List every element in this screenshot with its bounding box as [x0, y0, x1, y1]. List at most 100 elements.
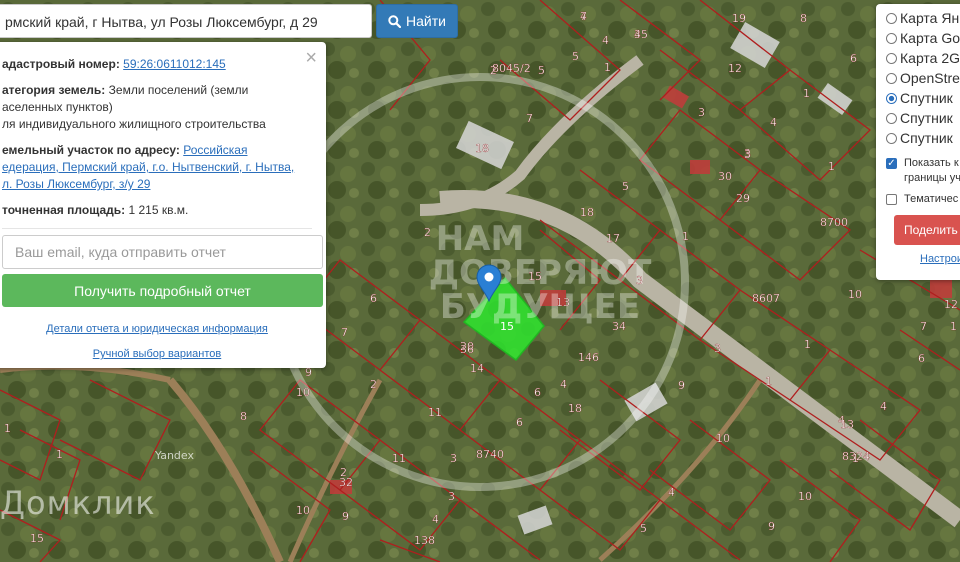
parcel-number-label: 5: [572, 50, 579, 63]
parcel-number-label: 7: [341, 326, 348, 339]
parcel-number-label: 8700: [820, 216, 848, 229]
domclick-watermark: Домклик: [0, 484, 156, 522]
parcel-number-label: 4: [602, 34, 609, 47]
layer-option[interactable]: Карта Ян: [886, 8, 960, 28]
layer-option[interactable]: Спутник: [886, 108, 960, 128]
search-button[interactable]: Найти: [376, 4, 458, 38]
parcel-number-label: 3: [450, 452, 457, 465]
layer-option[interactable]: Карта 2G: [886, 48, 960, 68]
cadastral-number-row: адастровый номер: 59:26:0611012:145: [2, 56, 312, 73]
parcel-number-label: 4: [770, 116, 777, 129]
parcel-number-label: 6: [918, 352, 925, 365]
parcel-number-label: 7: [920, 320, 927, 333]
parcel-number-label: 6: [370, 292, 377, 305]
parcel-number-label: 2: [424, 226, 431, 239]
parcel-number-label: 5: [640, 522, 647, 535]
parcel-number-label: 13: [840, 418, 854, 431]
parcel-number-label: 3: [448, 490, 455, 503]
parcel-number-label: 1: [56, 448, 63, 461]
email-input[interactable]: Ваш email, куда отправить отчет: [2, 235, 323, 269]
search-icon: [388, 14, 402, 28]
parcel-number-label: 34: [612, 320, 626, 333]
layer-radio[interactable]: [886, 32, 897, 44]
parcel-number-label: 29: [736, 192, 750, 205]
parcel-number-label: 1: [604, 61, 611, 74]
parcel-number-label: 10: [296, 504, 310, 517]
show-borders-checkbox[interactable]: ✓: [886, 158, 897, 169]
share-button[interactable]: Поделить: [894, 215, 960, 245]
parcel-number-label: 36: [460, 343, 474, 356]
layer-radio[interactable]: [886, 112, 897, 124]
parcel-number-label: 1: [852, 452, 859, 465]
parcel-number-label: 7: [580, 10, 587, 23]
yandex-attribution: Yandex: [155, 449, 194, 462]
parcel-number-label: 11: [428, 406, 442, 419]
parcel-number-label: 5: [622, 180, 629, 193]
land-category-value-3: ля индивидуального жилищного строительст…: [2, 117, 266, 131]
layer-radio[interactable]: [886, 12, 897, 24]
parcel-number-label: 18: [568, 402, 582, 415]
parcel-number-label: 10: [798, 490, 812, 503]
show-borders-label-2: границы уч: [904, 172, 960, 184]
parcel-number-label: 6: [850, 52, 857, 65]
parcel-number-label: 1: [828, 160, 835, 173]
parcel-number-label: 10: [296, 386, 310, 399]
parcel-number-label: 8740: [476, 448, 504, 461]
address-link-3[interactable]: л. Розы Люксембург, з/у 29: [2, 177, 150, 191]
layer-option-label: Спутник: [900, 110, 953, 126]
parcel-number-label: 30: [718, 170, 732, 183]
layer-option-label: Карта Go: [900, 30, 960, 46]
layer-option[interactable]: Спутник: [886, 128, 960, 148]
thematic-option[interactable]: Тематичес: [886, 192, 960, 207]
parcel-number-label: 1: [682, 230, 689, 243]
parcel-number-label: 8: [800, 12, 807, 25]
show-borders-option[interactable]: ✓ Показать к границы уч: [886, 156, 960, 186]
settings-link[interactable]: Настрои: [920, 253, 960, 265]
parcel-number-label: 11: [392, 452, 406, 465]
location-pin-icon[interactable]: [476, 264, 502, 302]
selected-parcel-number: 15: [500, 320, 514, 333]
close-icon[interactable]: ×: [305, 48, 317, 68]
parcel-number-label: 4: [880, 400, 887, 413]
parcel-number-label: 3: [714, 342, 721, 355]
layer-radio[interactable]: [886, 92, 897, 104]
layer-option-label: Карта Ян: [900, 10, 960, 26]
layer-option[interactable]: OpenStre: [886, 68, 960, 88]
parcel-number-label: 9: [342, 510, 349, 523]
parcel-number-label: 15: [528, 270, 542, 283]
parcel-number-label: 1: [765, 375, 772, 388]
layer-option[interactable]: Карта Go: [886, 28, 960, 48]
address-search-input[interactable]: рмский край, г Нытва, ул Розы Люксембург…: [0, 4, 372, 38]
layer-radio[interactable]: [886, 52, 897, 64]
parcel-number-label: 19: [732, 12, 746, 25]
parcel-number-label: 2: [370, 378, 377, 391]
layer-radio[interactable]: [886, 132, 897, 144]
report-details-link[interactable]: Детали отчета и юридическая информация: [2, 323, 312, 335]
parcel-number-label: 8607: [752, 292, 780, 305]
manual-choice-link[interactable]: Ручной выбор вариантов: [2, 348, 312, 360]
show-borders-label-1: Показать к: [904, 157, 959, 169]
parcel-number-label: 18: [580, 206, 594, 219]
parcel-number-label: 9: [768, 520, 775, 533]
land-category-label: атегория земель:: [2, 83, 106, 97]
land-category-row: атегория земель: Земли поселений (земли …: [2, 82, 312, 133]
parcel-number-label: 2: [340, 466, 347, 479]
layer-option-label: Спутник: [900, 130, 953, 146]
get-report-button[interactable]: Получить подробный отчет: [2, 274, 323, 307]
parcel-number-label: 17: [606, 232, 620, 245]
address-label: емельный участок по адресу:: [2, 143, 180, 157]
parcel-number-label: 3: [636, 274, 643, 287]
layer-option[interactable]: Спутник: [886, 88, 960, 108]
parcel-number-label: 18: [475, 142, 489, 155]
parcel-number-label: 12: [944, 298, 958, 311]
address-link-2[interactable]: едерация, Пермский край, г.о. Нытвенский…: [2, 160, 294, 174]
address-link-1[interactable]: Российская: [183, 143, 247, 157]
thematic-checkbox[interactable]: [886, 194, 897, 205]
parcel-number-label: 7: [526, 112, 533, 125]
cadastral-number-link[interactable]: 59:26:0611012:145: [123, 57, 226, 71]
parcel-info-panel: × адастровый номер: 59:26:0611012:145 ат…: [0, 42, 326, 368]
parcel-number-label: 5: [538, 64, 545, 77]
layer-radio[interactable]: [886, 72, 897, 84]
parcel-number-label: 14: [470, 362, 484, 375]
parcel-number-label: 1: [4, 422, 11, 435]
